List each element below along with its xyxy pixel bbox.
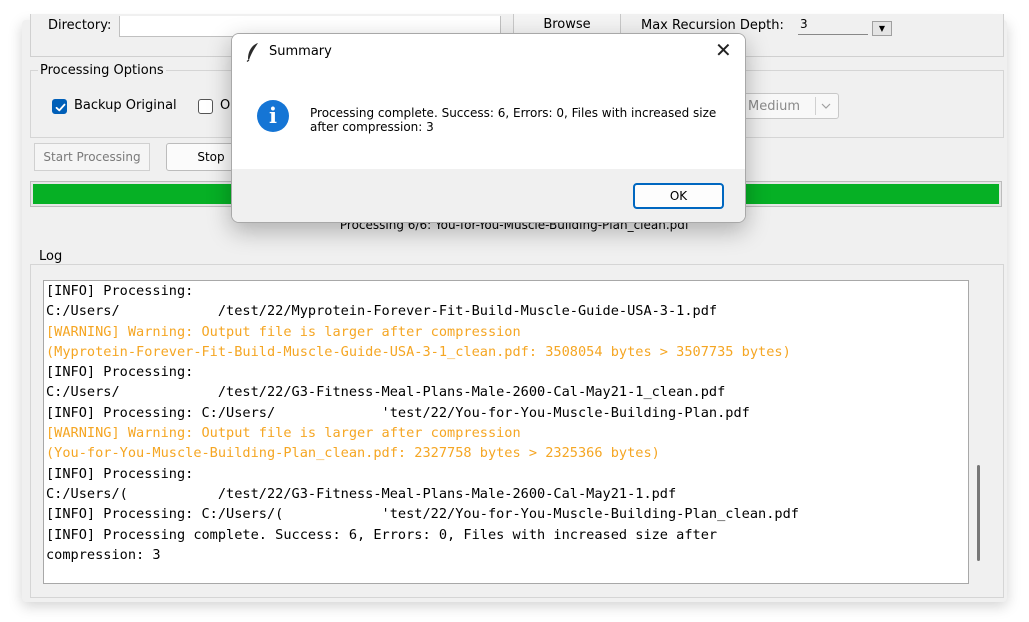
check-icon — [55, 103, 66, 112]
info-icon: i — [257, 100, 289, 132]
log-line: compression: 3 — [46, 546, 161, 563]
log-line: (Myprotein-Forever-Fit-Build-Muscle-Guid… — [46, 343, 791, 360]
log-line: [INFO] Processing: C:/Users/ 'test/22/Yo… — [46, 404, 750, 421]
log-textarea[interactable]: [INFO] Processing: C:/Users/ /test/22/Myp… — [43, 280, 969, 584]
chevron-down-icon[interactable]: ▼ — [872, 21, 892, 36]
max-recursion-label: Max Recursion Depth: — [641, 18, 784, 33]
start-processing-button[interactable]: Start Processing — [34, 143, 150, 171]
log-line: [WARNING] Warning: Output file is larger… — [46, 425, 521, 442]
feather-icon — [246, 42, 260, 66]
processing-options-title: Processing Options — [38, 63, 166, 78]
quality-combobox[interactable]: Medium — [739, 93, 839, 119]
directory-label: Directory: — [48, 18, 112, 33]
log-line: C:/Users/ /test/22/G3-Fitness-Meal-Plans… — [46, 384, 726, 401]
combo-divider — [815, 97, 816, 115]
log-scrollbar[interactable] — [977, 465, 980, 561]
log-line: (You-for-You-Muscle-Building-Plan_clean.… — [46, 445, 660, 462]
summary-dialog: Summary ✕ i Processing complete. Success… — [231, 33, 746, 223]
log-title: Log — [36, 249, 66, 264]
log-line: [INFO] Processing: C:/Users/( 'test/22/Y… — [46, 506, 799, 523]
log-line: [INFO] Processing: — [46, 364, 194, 381]
log-line: [INFO] Processing complete. Success: 6, … — [46, 526, 718, 543]
log-line: C:/Users/ /test/22/Myprotein-Forever-Fit… — [46, 303, 718, 320]
backup-original-label: Backup Original — [74, 98, 177, 113]
option-checkbox[interactable] — [198, 99, 213, 114]
chevron-down-icon — [820, 97, 832, 118]
option-checkbox-label: O — [220, 98, 231, 113]
quality-value: Medium — [748, 99, 800, 114]
log-line: C:/Users/( /test/22/G3-Fitness-Meal-Plan… — [46, 485, 677, 502]
max-recursion-input[interactable]: 3 — [798, 16, 868, 35]
backup-original-checkbox[interactable] — [52, 99, 67, 114]
dialog-title: Summary — [269, 44, 332, 59]
dialog-message: Processing complete. Success: 6, Errors:… — [310, 106, 717, 134]
log-line: [INFO] Processing: — [46, 283, 194, 299]
log-line: [INFO] Processing: — [46, 465, 194, 482]
close-icon[interactable]: ✕ — [715, 40, 732, 60]
log-line: [WARNING] Warning: Output file is larger… — [46, 323, 521, 340]
ok-button[interactable]: OK — [633, 183, 724, 209]
